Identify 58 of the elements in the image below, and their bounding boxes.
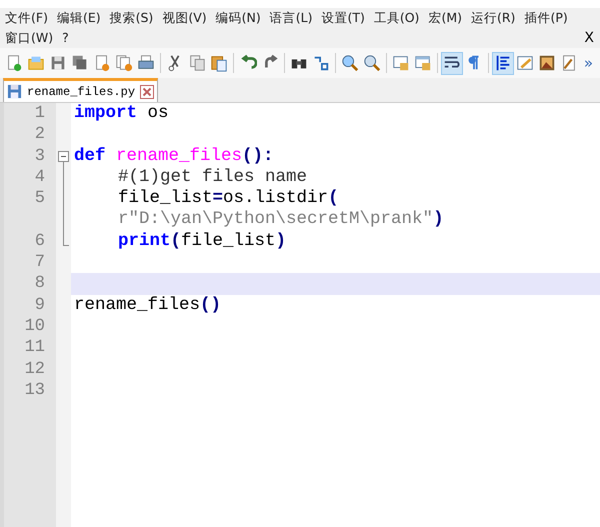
line-number: 2 xyxy=(34,124,45,146)
line-number: 1 xyxy=(34,103,45,124)
menu-item[interactable]: 视图(V) xyxy=(162,8,207,28)
menu-item[interactable]: ? xyxy=(62,28,69,48)
line-number: 9 xyxy=(34,294,45,316)
line-number: 11 xyxy=(24,337,45,359)
toolbar-button[interactable] xyxy=(440,52,463,74)
line-number: 7 xyxy=(34,252,45,274)
close-file-icon xyxy=(93,54,111,72)
code-line: r"D:\yan\Python\secretM\prank") xyxy=(117,209,445,231)
menu-item[interactable]: 编辑(E) xyxy=(56,8,101,28)
image-icon xyxy=(538,54,556,72)
save-icon xyxy=(49,54,67,72)
menu-item[interactable]: 工具(O) xyxy=(374,8,420,28)
close-icon[interactable] xyxy=(140,84,154,98)
save-icon xyxy=(7,84,22,99)
file-tab[interactable]: rename_files.py xyxy=(3,78,158,102)
code-line: import os xyxy=(73,103,170,124)
new-file-icon xyxy=(5,54,23,72)
replace-icon xyxy=(312,54,330,72)
paste-icon xyxy=(210,54,228,72)
tab-label: rename_files.py xyxy=(27,84,136,100)
zoom-out-icon xyxy=(362,54,381,72)
zoom-in-icon xyxy=(340,54,359,72)
menu-item[interactable]: 窗口(W) xyxy=(5,28,54,48)
menu-item[interactable]: 编码(N) xyxy=(216,8,261,28)
window-pen-icon xyxy=(516,54,534,72)
menu-item[interactable]: 文件(F) xyxy=(5,8,48,28)
code-line: def rename_files(): xyxy=(73,146,275,167)
line-number: 5 xyxy=(34,188,45,210)
code-line: print(file_list) xyxy=(117,230,288,252)
toolbar-button[interactable] xyxy=(492,52,514,74)
print-icon xyxy=(137,54,155,72)
save-all-icon xyxy=(71,54,89,72)
code-line: rename_files() xyxy=(73,294,222,316)
undo-icon xyxy=(238,54,257,72)
menu-item[interactable]: 语言(L) xyxy=(270,8,312,28)
code-line: file_list=os.listdir( xyxy=(117,188,340,210)
copy-icon xyxy=(188,54,206,72)
code-line: #(1)get files name xyxy=(117,166,308,188)
line-number: 3 xyxy=(34,146,45,167)
line-number: 6 xyxy=(34,230,45,252)
menu-item[interactable]: 插件(P) xyxy=(524,8,568,28)
fold-minus-icon[interactable] xyxy=(58,150,69,162)
line-number: 8 xyxy=(34,273,45,295)
line-number: 4 xyxy=(34,166,45,188)
more-button[interactable]: » xyxy=(580,52,597,74)
open-folder-icon xyxy=(27,54,45,72)
line-number: 13 xyxy=(24,380,45,402)
menu-item[interactable]: 运行(R) xyxy=(470,8,516,28)
line-number: 10 xyxy=(24,316,45,338)
close-button[interactable]: X xyxy=(584,28,594,48)
line-number: 12 xyxy=(24,358,45,380)
menu-item[interactable]: 宏(M) xyxy=(428,8,462,28)
menu-item[interactable]: 搜索(S) xyxy=(110,8,154,28)
menu-item[interactable]: 设置(T) xyxy=(321,8,365,28)
close-all-icon xyxy=(115,54,133,72)
indent-guide-icon xyxy=(494,54,512,72)
